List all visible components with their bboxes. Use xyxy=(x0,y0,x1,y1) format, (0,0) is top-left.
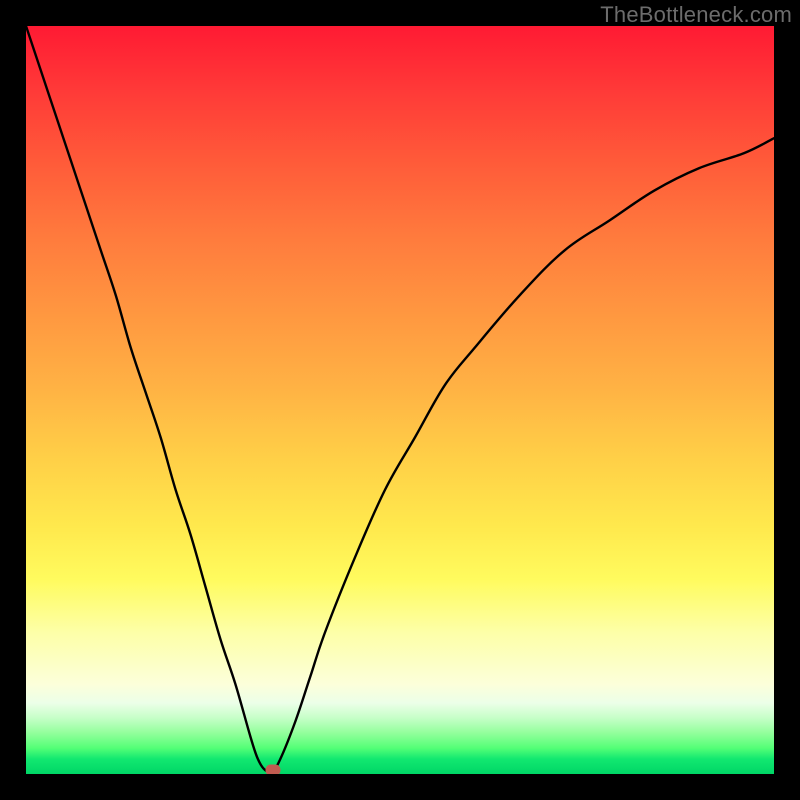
chart-frame: TheBottleneck.com xyxy=(0,0,800,800)
minimum-marker xyxy=(265,765,280,774)
watermark-text: TheBottleneck.com xyxy=(600,2,792,28)
plot-area xyxy=(26,26,774,774)
bottleneck-curve xyxy=(26,26,774,774)
